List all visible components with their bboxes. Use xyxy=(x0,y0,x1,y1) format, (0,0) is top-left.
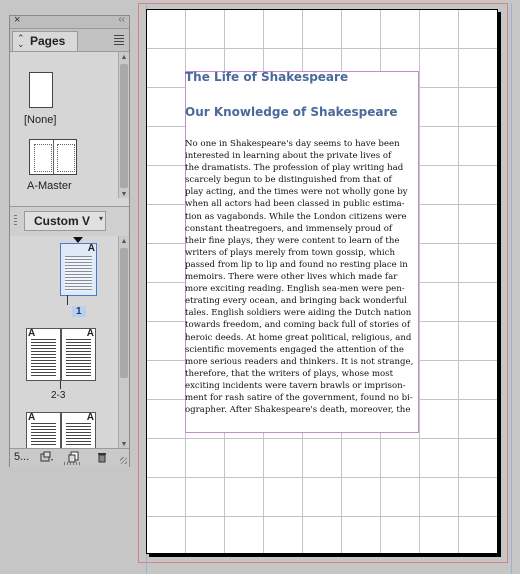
panel-menu-icon[interactable] xyxy=(114,35,124,47)
grid-line xyxy=(147,477,497,478)
page-3-master-letter: A xyxy=(86,328,94,339)
panel-title-bar[interactable]: × ‹‹ xyxy=(10,14,129,29)
body-text-line: the dramatists. The profession of play w… xyxy=(185,163,404,174)
page-3-text-preview xyxy=(66,339,91,376)
master-a-guides xyxy=(34,144,52,172)
document-pages-section: A 1 A A 2-3 A A xyxy=(10,236,118,448)
page-3-thumbnail[interactable]: A xyxy=(61,328,96,381)
scroll-up-icon[interactable]: ▲ xyxy=(119,238,129,245)
body-text-line: etrating every ocean, and bringing back … xyxy=(185,296,408,307)
pages-scroll-thumb[interactable] xyxy=(120,248,128,378)
masters-scrollbar[interactable]: ▲ ▼ xyxy=(118,52,129,198)
page-count-label: 5... xyxy=(14,451,30,463)
page-1-thumbnail[interactable]: A xyxy=(60,243,97,296)
body-text-line: constant theatregoers, and immensely pro… xyxy=(185,223,393,234)
body-text-line: ographer. After Shakespeare's death, mor… xyxy=(185,405,411,416)
tab-row: ⌃ ⌄ Pages xyxy=(10,29,129,52)
close-icon[interactable]: × xyxy=(14,14,20,26)
master-none-thumbnail[interactable] xyxy=(29,72,53,108)
scroll-down-icon[interactable]: ▼ xyxy=(119,441,129,448)
page-2-3-number[interactable]: 2-3 xyxy=(51,390,65,401)
column-guide-right xyxy=(511,3,512,574)
page-1-master-letter: A xyxy=(87,243,95,254)
body-text-line: scientific movements engaged the attenti… xyxy=(185,344,405,355)
scroll-up-icon[interactable]: ▲ xyxy=(119,54,129,61)
drag-grip-icon[interactable] xyxy=(14,215,17,227)
delete-page-icon[interactable] xyxy=(96,451,108,466)
body-text-line: more serious readers and thinkers. It is… xyxy=(185,356,414,367)
panel-resize-grip[interactable] xyxy=(64,462,80,465)
body-text-line: therefore, that the writers of plays, wh… xyxy=(185,368,394,379)
body-text-line: No one in Shakespeare's day seems to hav… xyxy=(185,139,400,149)
page-2-text-preview xyxy=(31,339,56,376)
page-1-text-preview xyxy=(65,256,92,291)
body-text-line: play acting, and the times were not whol… xyxy=(185,187,408,198)
page-5-thumbnail[interactable]: A xyxy=(61,412,96,448)
page-2-thumbnail[interactable]: A xyxy=(26,328,61,381)
page-4-text-preview xyxy=(31,423,56,447)
panel-section-divider[interactable]: Custom V ▾ xyxy=(10,206,129,237)
grid-line xyxy=(147,438,497,439)
tab-expand-icon[interactable]: ⌃ ⌄ xyxy=(17,34,25,49)
master-a-spread-thumbnail[interactable] xyxy=(29,139,77,175)
collapse-icon[interactable]: ‹‹ xyxy=(118,14,125,25)
spread-connector xyxy=(67,295,68,305)
page-4-master-letter: A xyxy=(28,412,36,423)
body-text-line: exciting incidents were tavern brawls or… xyxy=(185,380,406,391)
view-select-label: Custom V xyxy=(34,214,91,228)
tab-pages[interactable]: ⌃ ⌄ Pages xyxy=(12,31,78,51)
body-text-line: tion as vagabonds. While the London citi… xyxy=(185,211,407,222)
master-a-spine xyxy=(53,140,54,174)
body-text-line: passed from lip to lip and found no rest… xyxy=(185,259,408,270)
corner-resize-icon[interactable] xyxy=(120,457,127,464)
body-text-line: towards freedom, and coming back full of… xyxy=(185,320,411,331)
grid-line xyxy=(147,48,497,49)
pages-panel: × ‹‹ ⌃ ⌄ Pages [None] A-Master ▲ ▼ Custom… xyxy=(9,14,130,467)
body-text[interactable]: No one in Shakespeare's day seems to hav… xyxy=(185,138,421,416)
pages-scrollbar[interactable]: ▲ ▼ xyxy=(118,236,129,448)
master-a-label: A-Master xyxy=(27,180,72,192)
chevron-down-icon: ▾ xyxy=(98,214,103,223)
body-text-line: scarcely begun to be distinguished from … xyxy=(185,175,392,186)
body-text-line: when all actors had been classed in publ… xyxy=(185,199,405,210)
master-a-guides-right xyxy=(57,144,75,172)
body-text-line: more exciting reading. English sea-men w… xyxy=(185,284,405,295)
tab-label: Pages xyxy=(30,34,66,48)
body-text-line: interested in learning about the private… xyxy=(185,151,392,162)
body-text-line: ment for rash satire of the government, … xyxy=(185,392,413,403)
document-subtitle[interactable]: Our Knowledge of Shakespeare xyxy=(185,105,398,119)
grid-line xyxy=(147,516,497,517)
masters-section: [None] A-Master xyxy=(10,52,118,198)
page-1-number[interactable]: 1 xyxy=(72,306,86,317)
body-text-line: tales. English soldiers were aiding the … xyxy=(185,308,412,319)
body-text-line: memoirs. There were other lives which ma… xyxy=(185,272,398,283)
view-size-select[interactable]: Custom V ▾ xyxy=(24,211,106,231)
edit-page-size-icon[interactable] xyxy=(38,451,54,466)
page-5-text-preview xyxy=(66,423,91,447)
master-none-label: [None] xyxy=(24,114,57,126)
body-text-line: heroic deeds. At home great political, r… xyxy=(185,332,412,343)
body-text-line: their fine plays, they were content to l… xyxy=(185,235,400,246)
page-4-thumbnail[interactable]: A xyxy=(26,412,61,448)
page-2-master-letter: A xyxy=(28,328,36,339)
spread-2-3-connector xyxy=(60,381,61,389)
body-text-line: writers of plays merely from town gossip… xyxy=(185,247,396,258)
masters-scroll-thumb[interactable] xyxy=(120,64,128,188)
page-5-master-letter: A xyxy=(86,412,94,423)
scroll-down-icon[interactable]: ▼ xyxy=(119,191,129,198)
document-title[interactable]: The Life of Shakespeare xyxy=(185,70,348,84)
